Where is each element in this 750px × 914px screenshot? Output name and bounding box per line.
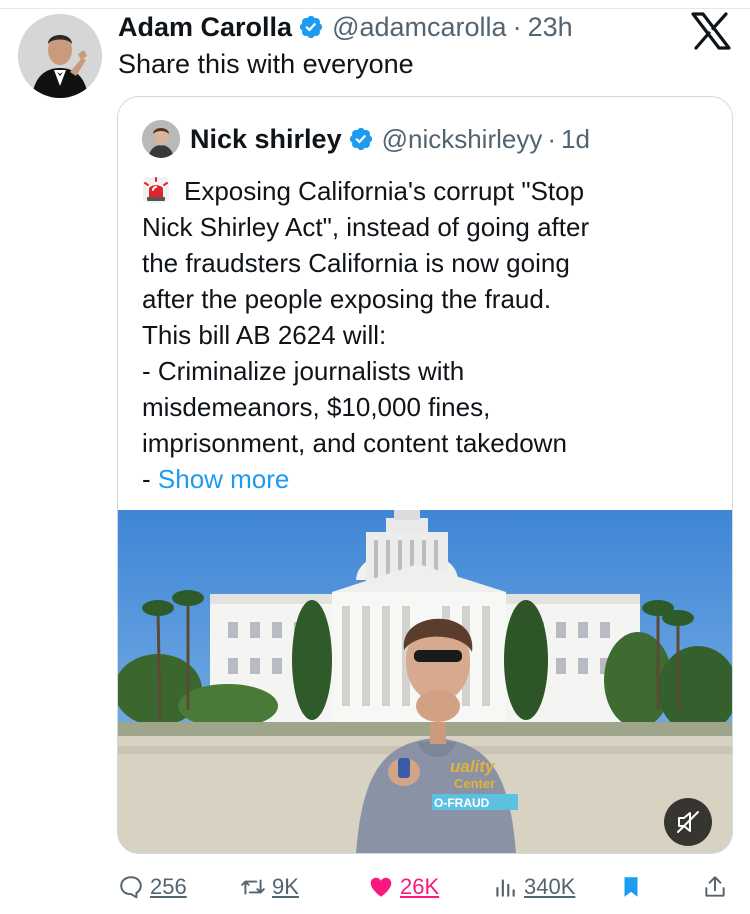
tweet-text: Share this with everyone [118,49,414,79]
views-button[interactable]: 340K [492,870,575,904]
video-player[interactable]: uality Center O-FRAUD [118,510,732,853]
repost-icon [241,879,265,895]
mute-icon [677,811,699,833]
svg-text:uality: uality [450,757,496,776]
separator: · [547,123,557,154]
quote-line: Exposing California's corrupt "Stop [142,173,722,209]
bookmark-icon [624,877,638,897]
mute-button[interactable] [664,798,712,846]
verified-badge-icon [298,14,324,40]
quote-author-name[interactable]: Nick shirley [190,124,342,155]
like-count: 26K [400,874,440,899]
quote-author-avatar[interactable] [142,120,180,158]
quote-line: - Criminalize journalists with [142,356,465,386]
svg-text:Center: Center [454,776,495,791]
quoted-tweet[interactable]: Nick shirley @nickshirleyy · 1d Exposing… [117,96,733,854]
quote-line: imprisonment, and content takedown [142,428,567,458]
like-button[interactable]: 26K [368,870,439,904]
quote-line: This bill AB 2624 will: [142,320,387,350]
repost-button[interactable]: 9K [240,870,299,904]
views-icon [496,879,515,897]
siren-icon [142,176,170,204]
repost-count: 9K [272,874,299,899]
tweet[interactable]: Adam Carolla @adamcarolla · 23h Share th… [0,0,750,914]
author-name[interactable]: Adam Carolla [118,12,292,43]
share-button[interactable] [702,870,734,904]
quote-author-handle[interactable]: @nickshirleyy [382,124,543,155]
views-count: 340K [524,874,576,899]
bookmark-button[interactable] [618,870,644,904]
author-avatar[interactable] [18,14,102,98]
quote-line: after the people exposing the fraud. [142,284,552,314]
timestamp[interactable]: 23h [528,12,573,43]
x-logo-icon[interactable] [690,12,732,50]
author-handle[interactable]: @adamcarolla [332,12,507,43]
quote-text: Exposing California's corrupt "Stop Nick… [142,173,722,497]
svg-text:O-FRAUD: O-FRAUD [434,796,490,810]
reply-icon [120,876,142,899]
share-icon [705,876,725,897]
quote-line: - Show more [142,464,290,494]
reply-button[interactable]: 256 [118,870,187,904]
quote-line: Nick Shirley Act", instead of going afte… [142,212,590,242]
quote-line: misdemeanors, $10,000 fines, [142,392,491,422]
action-bar: 256 9K 26K 340K [118,870,732,904]
tweet-header: Adam Carolla @adamcarolla · 23h [118,10,573,44]
quote-header: Nick shirley @nickshirleyy · 1d [142,119,590,159]
verified-badge-icon [348,126,374,152]
quote-line: the fraudsters California is now going [142,248,570,278]
quote-timestamp[interactable]: 1d [561,124,590,155]
separator: · [512,11,522,42]
heart-icon [370,877,392,897]
reply-count: 256 [150,874,187,899]
show-more-link[interactable]: Show more [158,464,290,494]
